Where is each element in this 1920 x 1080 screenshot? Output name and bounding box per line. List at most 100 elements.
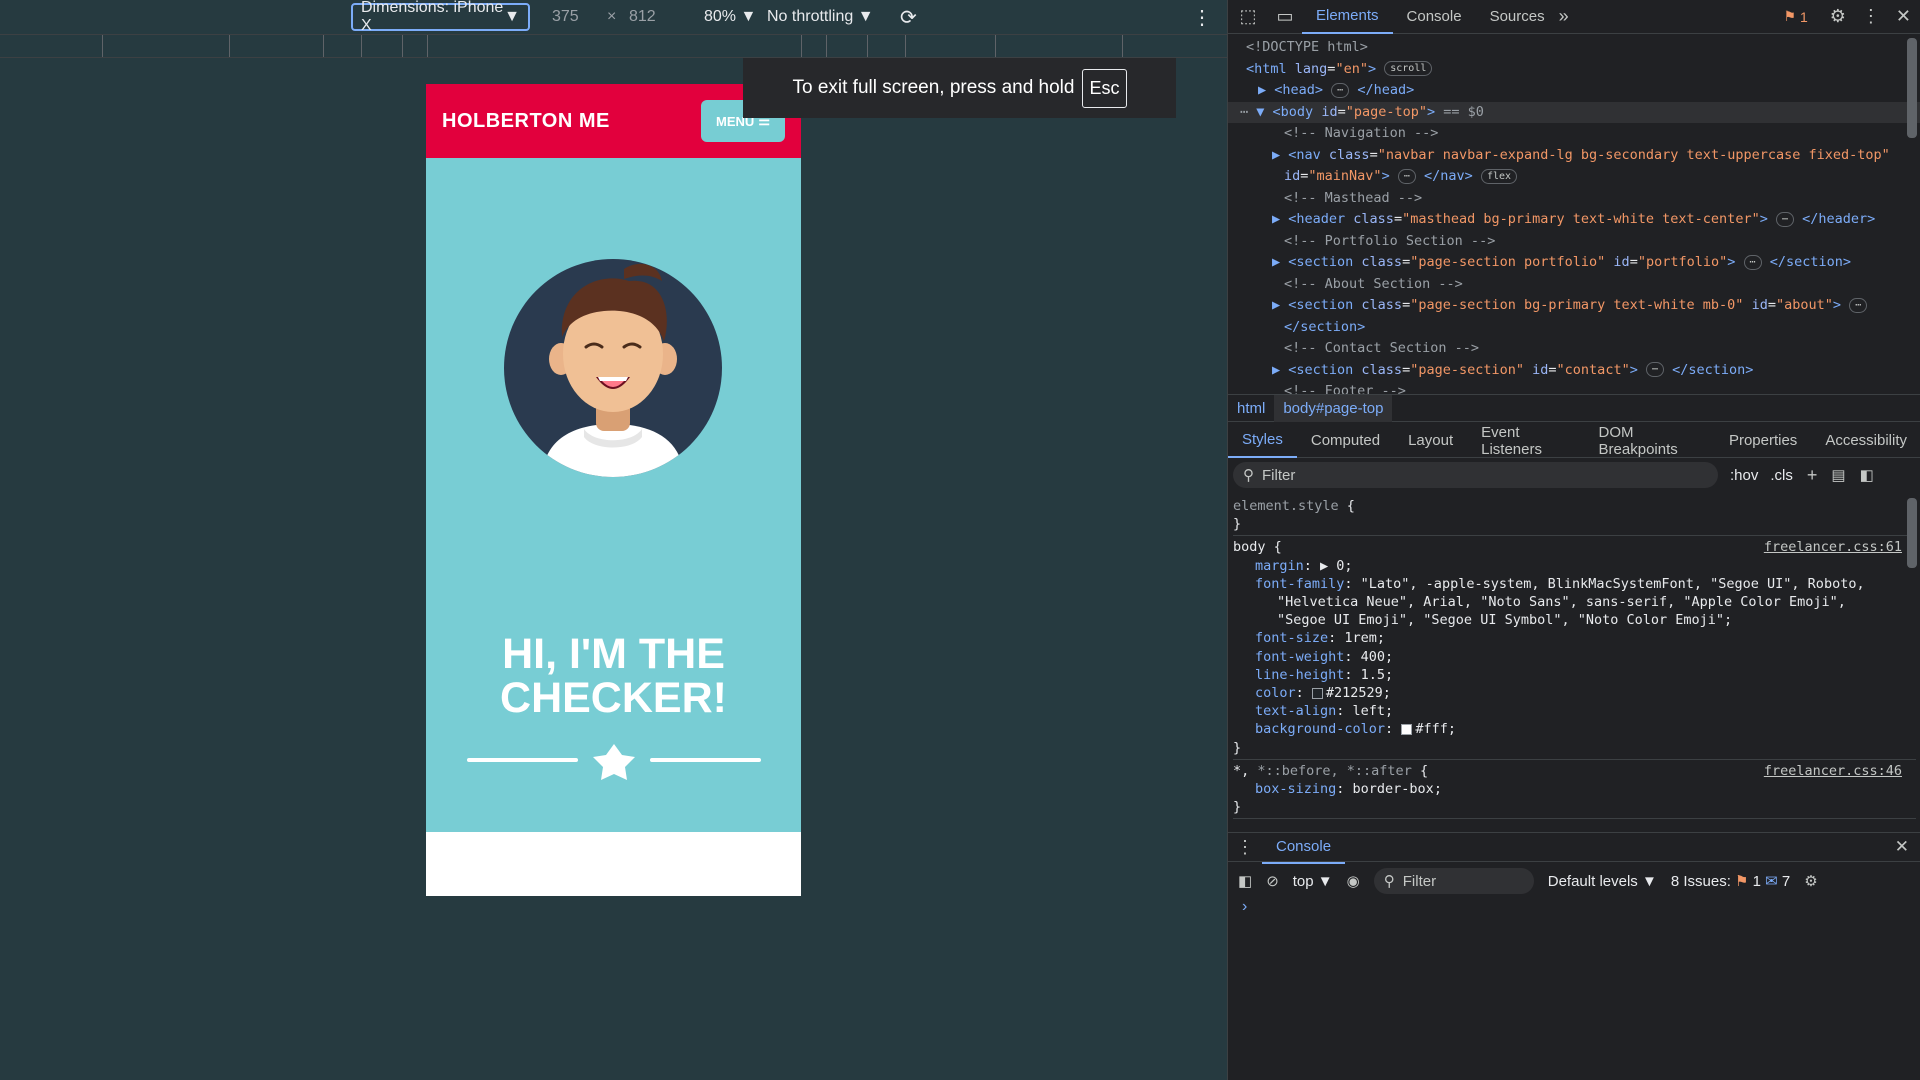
dropdown-arrow-icon: ▼ [1641, 872, 1657, 890]
heading-line-1: HI, I'M THE [502, 630, 725, 678]
avatar-illustration [542, 263, 684, 477]
issues-badge[interactable]: ⚑ 1 [1784, 8, 1808, 25]
heading-line-2: CHECKER! [500, 674, 727, 722]
breadcrumb-html[interactable]: html [1228, 400, 1274, 417]
styles-scrollbar[interactable] [1907, 498, 1917, 568]
console-drawer-header: ⋮ Console ✕ [1228, 830, 1920, 864]
dom-html[interactable]: <html lang="en"> scroll [1246, 59, 1920, 81]
console-issues[interactable]: 8 Issues: ⚑ 1 ✉ 7 [1671, 872, 1790, 890]
console-prompt-icon[interactable]: › [1242, 898, 1247, 916]
device-dimensions-select[interactable]: Dimensions: iPhone X ▼ [351, 0, 530, 34]
more-options-icon[interactable]: ⋮ [1192, 0, 1212, 34]
rule-element-style[interactable]: element.style { } [1233, 495, 1916, 537]
inspect-element-icon[interactable]: ⬚ [1228, 6, 1268, 27]
drawer-menu-icon[interactable]: ⋮ [1228, 837, 1262, 858]
device-toggle-icon[interactable]: ▭ [1268, 6, 1302, 27]
dom-comment-contact[interactable]: <!-- Contact Section --> [1246, 338, 1920, 360]
zoom-label: 80% [704, 8, 737, 25]
rule-universal[interactable]: freelancer.css:46 *, *::before, *::after… [1233, 760, 1916, 820]
issues-label: 8 Issues: [1670, 873, 1731, 890]
device-width-input[interactable]: 375 [552, 0, 579, 34]
drawer-tab-console[interactable]: Console [1262, 830, 1346, 864]
tab-console[interactable]: Console [1393, 0, 1476, 34]
context-select[interactable]: top ▼ [1293, 873, 1333, 890]
avatar [504, 259, 722, 477]
divider-line-right [650, 758, 761, 762]
rule-body[interactable]: freelancer.css:61 body { margin: ▶ 0; fo… [1233, 536, 1916, 760]
close-drawer-icon[interactable]: ✕ [1895, 837, 1909, 857]
settings-gear-icon[interactable]: ⚙ [1830, 6, 1846, 27]
dom-head[interactable]: ▶ <head> ⋯ </head> [1246, 80, 1920, 102]
console-settings-icon[interactable]: ⚙ [1804, 872, 1817, 890]
devtools-tabbar: ⬚ ▭ Elements Console Sources » ⚑ 1 ⚙ ⋮ ✕ [1228, 0, 1920, 34]
dom-comment-footer[interactable]: <!-- Footer --> [1246, 381, 1920, 394]
breadcrumb-body[interactable]: body#page-top [1274, 394, 1393, 422]
filter-icon: ⚲ [1243, 467, 1254, 484]
tab-accessibility[interactable]: Accessibility [1811, 424, 1920, 458]
dom-comment-about[interactable]: <!-- About Section --> [1246, 274, 1920, 296]
emulated-viewport[interactable]: HOLBERTON ME MENU ☰ HI, I'M THE CHECKER! [426, 84, 801, 896]
styles-filter-placeholder: Filter [1262, 466, 1296, 484]
root: Dimensions: iPhone X ▼ 375 × 812 80% ▼ N… [0, 0, 1920, 1080]
masthead-heading: HI, I'M THE CHECKER! [426, 632, 801, 720]
clear-console-icon[interactable]: ⊘ [1266, 872, 1279, 890]
dom-section-about[interactable]: ▶ <section class="page-section bg-primar… [1246, 295, 1920, 317]
cls-toggle[interactable]: .cls [1770, 467, 1793, 484]
tab-elements[interactable]: Elements [1302, 0, 1393, 34]
page-section-below [426, 832, 801, 896]
dom-comment-portfolio[interactable]: <!-- Portfolio Section --> [1246, 231, 1920, 253]
rule-source-link[interactable]: freelancer.css:46 [1764, 762, 1902, 780]
more-options-icon[interactable]: ⋮ [1862, 6, 1880, 27]
console-filter-input[interactable]: ⚲ Filter [1373, 868, 1534, 894]
dom-body-selected[interactable]: ⋯ ▼ <body id="page-top"> == $0 [1228, 101, 1920, 123]
styles-filter-input[interactable]: ⚲ Filter [1233, 462, 1718, 488]
more-tabs-icon[interactable]: » [1559, 6, 1569, 27]
tab-dom-breakpoints[interactable]: DOM Breakpoints [1585, 424, 1715, 458]
dom-nav-cont[interactable]: id="mainNav"> ⋯ </nav> flex [1246, 166, 1920, 188]
warning-icon: ⚑ [1735, 873, 1749, 890]
close-icon[interactable]: ✕ [1896, 6, 1911, 27]
dom-section-contact[interactable]: ▶ <section class="page-section" id="cont… [1246, 360, 1920, 382]
star-icon [593, 744, 635, 780]
dom-header[interactable]: ▶ <header class="masthead bg-primary tex… [1246, 209, 1920, 231]
dom-nav[interactable]: ▶ <nav class="navbar navbar-expand-lg bg… [1246, 145, 1920, 167]
site-brand[interactable]: HOLBERTON ME [442, 110, 610, 133]
media-query-ruler[interactable] [0, 34, 1227, 58]
styles-pane[interactable]: element.style { } freelancer.css:61 body… [1228, 492, 1920, 832]
throttling-select[interactable]: No throttling ▼ [767, 0, 874, 34]
console-filter-placeholder: Filter [1402, 872, 1437, 890]
warning-icon: ⚑ [1783, 8, 1797, 24]
dom-section-about-close[interactable]: </section> [1246, 317, 1920, 339]
live-expression-eye-icon[interactable]: ◉ [1347, 872, 1360, 890]
add-rule-icon[interactable]: + [1807, 465, 1818, 486]
issues-count: 1 [1799, 8, 1808, 25]
device-height-input[interactable]: 812 [629, 0, 656, 34]
dropdown-arrow-icon: ▼ [504, 8, 520, 25]
tab-layout[interactable]: Layout [1394, 424, 1467, 458]
tab-sources[interactable]: Sources [1476, 0, 1559, 34]
sidebar-toggle-icon[interactable]: ◧ [1860, 466, 1874, 484]
dom-doctype[interactable]: <!DOCTYPE html> [1246, 37, 1920, 59]
zoom-select[interactable]: 80% ▼ [704, 0, 756, 34]
tab-styles[interactable]: Styles [1228, 424, 1297, 458]
dom-comment-navigation[interactable]: <!-- Navigation --> [1246, 123, 1920, 145]
tab-properties[interactable]: Properties [1715, 424, 1811, 458]
device-toolbar: Dimensions: iPhone X ▼ 375 × 812 80% ▼ N… [0, 0, 1227, 34]
hov-toggle[interactable]: :hov [1730, 467, 1758, 484]
paint-icon[interactable]: ▤ [1831, 466, 1845, 484]
dom-tree[interactable]: <!DOCTYPE html> <html lang="en"> scroll … [1228, 34, 1920, 394]
log-levels-select[interactable]: Default levels ▼ [1548, 873, 1657, 890]
tab-event-listeners[interactable]: Event Listeners [1467, 424, 1584, 458]
sidebar-toggle-icon[interactable]: ◧ [1238, 872, 1252, 890]
filter-icon: ⚲ [1383, 873, 1395, 890]
styles-tabbar: Styles Computed Layout Event Listeners D… [1228, 424, 1920, 458]
tab-computed[interactable]: Computed [1297, 424, 1394, 458]
info-icon: ✉ [1765, 873, 1778, 890]
dom-comment-masthead[interactable]: <!-- Masthead --> [1246, 188, 1920, 210]
rule-source-link[interactable]: freelancer.css:61 [1764, 538, 1902, 556]
rotate-icon[interactable]: ⟳ [900, 0, 917, 34]
dom-scrollbar[interactable] [1907, 38, 1917, 138]
context-label: top [1292, 872, 1314, 890]
issues-warn-count: 1 [1752, 873, 1761, 890]
dom-section-portfolio[interactable]: ▶ <section class="page-section portfolio… [1246, 252, 1920, 274]
